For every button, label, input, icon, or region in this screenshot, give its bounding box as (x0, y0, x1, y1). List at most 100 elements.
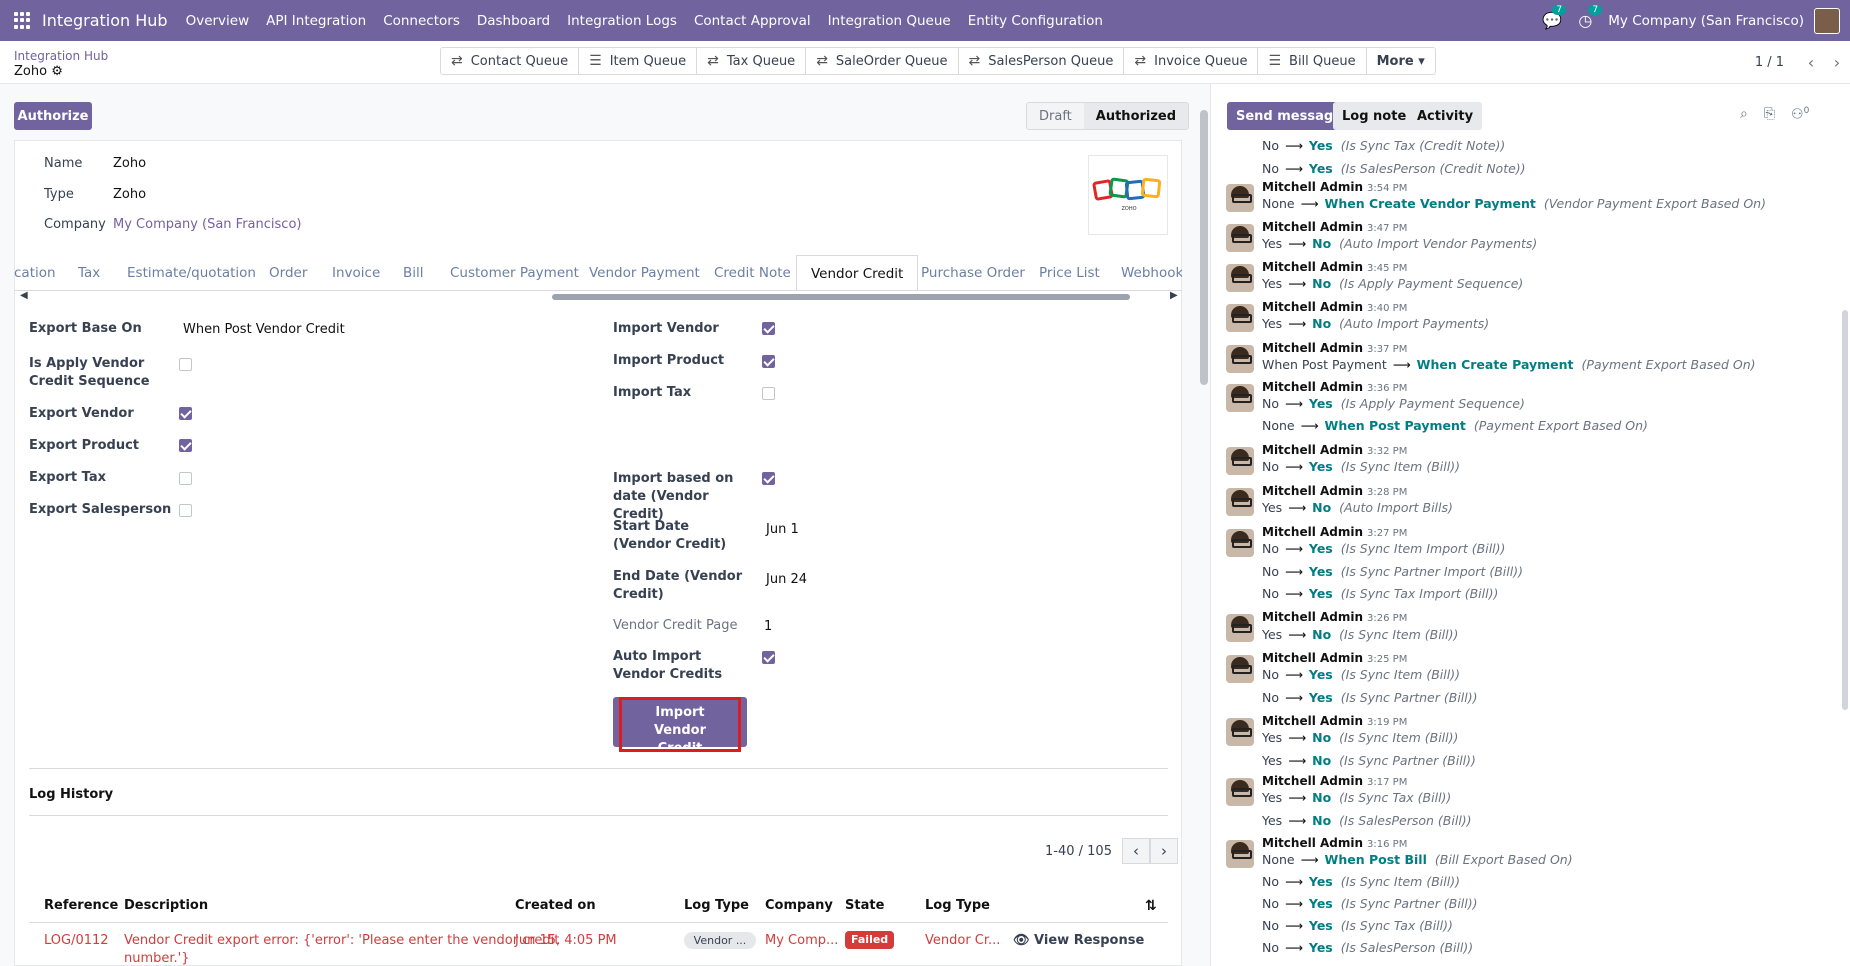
tab-price-list[interactable]: Price List (1039, 255, 1100, 290)
message-author[interactable]: Mitchell Admin 3:36 PM (1262, 380, 1407, 394)
message-author[interactable]: Mitchell Admin 3:19 PM (1262, 714, 1407, 728)
invoice-queue-button[interactable]: ⇄ Invoice Queue (1124, 48, 1259, 74)
message-author[interactable]: Mitchell Admin 3:40 PM (1262, 300, 1407, 314)
status-draft[interactable]: Draft (1027, 103, 1084, 129)
author-name[interactable]: Mitchell Admin (1262, 443, 1363, 457)
import-product-checkbox[interactable] (762, 355, 775, 368)
author-name[interactable]: Mitchell Admin (1262, 714, 1363, 728)
col-description[interactable]: Description (124, 898, 208, 913)
log-pager-text[interactable]: 1-40 / 105 (1045, 844, 1112, 859)
col-log-type-2[interactable]: Log Type (925, 898, 990, 913)
view-response-button[interactable]: 👁 View Response (1013, 933, 1144, 948)
author-avatar[interactable] (1226, 264, 1254, 292)
item-queue-button[interactable]: ☰ Item Queue (579, 48, 698, 74)
message-author[interactable]: Mitchell Admin 3:28 PM (1262, 484, 1407, 498)
message-author[interactable]: Mitchell Admin 3:37 PM (1262, 341, 1407, 355)
author-avatar[interactable] (1226, 718, 1254, 746)
log-prev-icon[interactable]: ‹ (1121, 838, 1150, 864)
activity-button[interactable]: Activity (1408, 102, 1483, 130)
scroll-right-icon[interactable]: ▶ (1170, 290, 1178, 301)
author-avatar[interactable] (1226, 304, 1254, 332)
message-author[interactable]: Mitchell Admin 3:32 PM (1262, 443, 1407, 457)
messages-icon[interactable]: 💬 7 (1542, 5, 1567, 30)
menu-connectors[interactable]: Connectors (383, 13, 460, 29)
menu-integration-logs[interactable]: Integration Logs (567, 13, 677, 29)
import-by-date-checkbox[interactable] (762, 472, 775, 485)
message-author[interactable]: Mitchell Admin 3:16 PM (1262, 836, 1407, 850)
author-name[interactable]: Mitchell Admin (1262, 610, 1363, 624)
tab-webhooks[interactable]: Webhooks (1121, 255, 1182, 290)
tab-order[interactable]: Order (269, 255, 307, 290)
name-value[interactable]: Zoho (113, 156, 146, 171)
message-author[interactable]: Mitchell Admin 3:25 PM (1262, 651, 1407, 665)
bill-queue-button[interactable]: ☰ Bill Queue (1258, 48, 1367, 74)
tab-bill[interactable]: Bill (403, 255, 424, 290)
export-tax-checkbox[interactable] (179, 472, 192, 485)
tab-credit-note[interactable]: Credit Note (714, 255, 791, 290)
log-type-chip[interactable]: Vendor ... (684, 932, 756, 949)
tab-customer-payment[interactable]: Customer Payment (450, 255, 579, 290)
app-title[interactable]: Integration Hub (42, 11, 168, 30)
scroll-left-icon[interactable]: ◀ (20, 290, 28, 301)
status-authorized[interactable]: Authorized (1083, 103, 1189, 129)
author-name[interactable]: Mitchell Admin (1262, 484, 1363, 498)
type-value[interactable]: Zoho (113, 187, 146, 202)
author-avatar[interactable] (1226, 529, 1254, 557)
log-company[interactable]: My Comp... (765, 933, 838, 948)
message-author[interactable]: Mitchell Admin 3:17 PM (1262, 774, 1407, 788)
tax-queue-button[interactable]: ⇄ Tax Queue (697, 48, 807, 74)
export-vendor-checkbox[interactable] (179, 407, 192, 420)
author-name[interactable]: Mitchell Admin (1262, 380, 1363, 394)
message-author[interactable]: Mitchell Admin 3:27 PM (1262, 525, 1407, 539)
export-base-on-select[interactable]: When Post Vendor Credit (183, 322, 345, 337)
import-tax-checkbox[interactable] (762, 387, 775, 400)
author-avatar[interactable] (1226, 184, 1254, 212)
user-avatar[interactable] (1814, 7, 1840, 34)
author-name[interactable]: Mitchell Admin (1262, 180, 1363, 194)
log-description-line1[interactable]: Vendor Credit export error: {'error': 'P… (124, 933, 559, 948)
message-author[interactable]: Mitchell Admin 3:45 PM (1262, 260, 1407, 274)
tab-vendor-credit[interactable]: Vendor Credit (796, 255, 919, 290)
tab-invoice[interactable]: Invoice (332, 255, 380, 290)
zoho-logo[interactable]: ZOHO (1088, 155, 1168, 235)
author-name[interactable]: Mitchell Admin (1262, 836, 1363, 850)
author-avatar[interactable] (1226, 614, 1254, 642)
author-name[interactable]: Mitchell Admin (1262, 260, 1363, 274)
tab-vendor-payment[interactable]: Vendor Payment (589, 255, 700, 290)
author-name[interactable]: Mitchell Admin (1262, 774, 1363, 788)
author-name[interactable]: Mitchell Admin (1262, 220, 1363, 234)
log-description-line2[interactable]: number.'} (124, 951, 190, 966)
followers-icon[interactable]: ⚇0 (1791, 106, 1809, 123)
breadcrumb-parent[interactable]: Integration Hub (14, 49, 108, 63)
menu-dashboard[interactable]: Dashboard (477, 13, 550, 29)
author-name[interactable]: Mitchell Admin (1262, 525, 1363, 539)
apply-sequence-checkbox[interactable] (179, 358, 192, 371)
company-switcher[interactable]: My Company (San Francisco) (1608, 13, 1804, 29)
log-next-icon[interactable]: › (1149, 838, 1178, 864)
auto-import-checkbox[interactable] (762, 651, 775, 664)
col-log-type[interactable]: Log Type (684, 898, 749, 913)
col-reference[interactable]: Reference (44, 898, 118, 913)
message-author[interactable]: Mitchell Admin 3:26 PM (1262, 610, 1407, 624)
export-product-checkbox[interactable] (179, 439, 192, 452)
more-button[interactable]: More ▾ (1366, 48, 1435, 74)
author-avatar[interactable] (1226, 778, 1254, 806)
log-created-on[interactable]: Jun 15, 4:05 PM (515, 933, 617, 948)
menu-entity-configuration[interactable]: Entity Configuration (968, 13, 1103, 29)
col-state[interactable]: State (845, 898, 884, 913)
author-avatar[interactable] (1226, 345, 1254, 373)
author-name[interactable]: Mitchell Admin (1262, 651, 1363, 665)
menu-integration-queue[interactable]: Integration Queue (828, 13, 951, 29)
author-name[interactable]: Mitchell Admin (1262, 300, 1363, 314)
import-vendor-checkbox[interactable] (762, 322, 775, 335)
start-date-field[interactable]: Jun 1 (766, 522, 799, 537)
form-scrollbar-thumb[interactable] (1200, 110, 1208, 385)
menu-api-integration[interactable]: API Integration (266, 13, 366, 29)
authorize-button[interactable]: Authorize (14, 102, 92, 130)
salesperson-queue-button[interactable]: ⇄ SalesPerson Queue (958, 48, 1125, 74)
author-avatar[interactable] (1226, 224, 1254, 252)
author-avatar[interactable] (1226, 384, 1254, 412)
apps-menu-icon[interactable] (14, 11, 32, 30)
author-avatar[interactable] (1226, 488, 1254, 516)
tab-purchase-order[interactable]: Purchase Order (921, 255, 1025, 290)
